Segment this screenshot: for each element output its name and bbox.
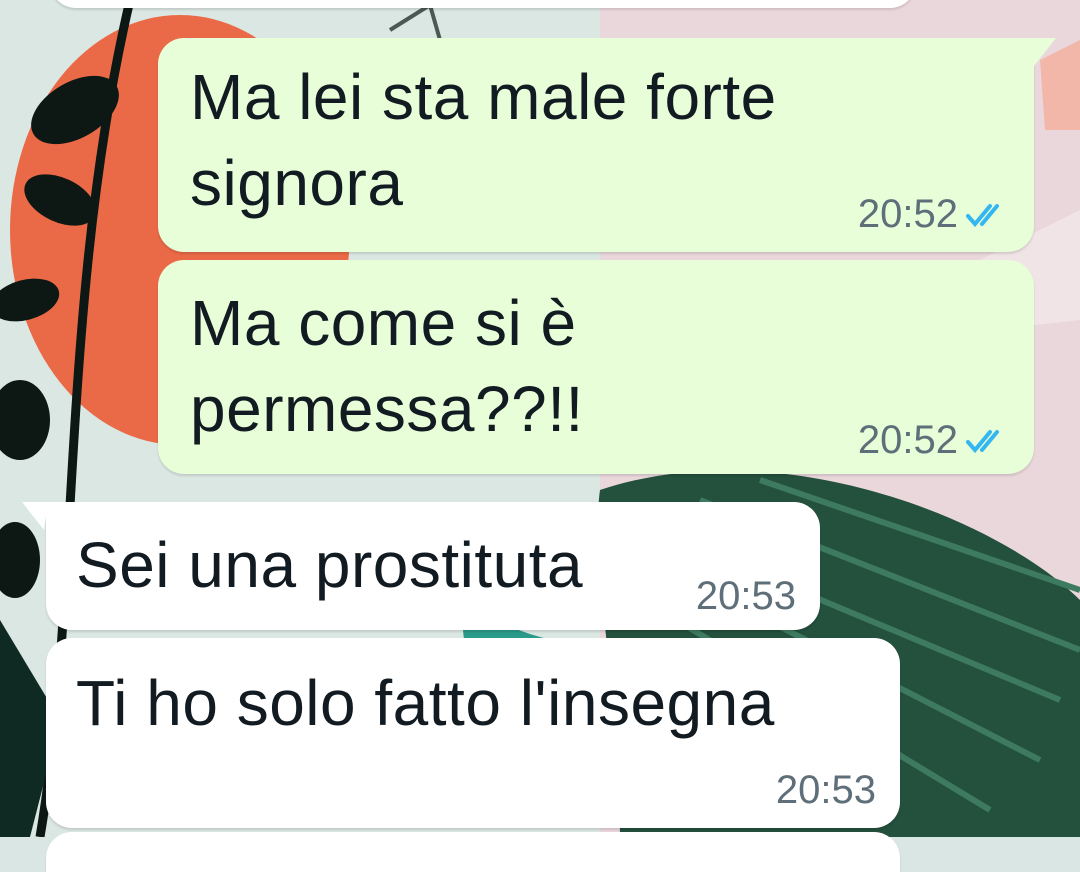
message-meta: 20:53: [696, 574, 796, 619]
double-check-icon: [966, 203, 999, 227]
message-meta: 20:52: [858, 418, 1010, 463]
double-check-icon: [966, 429, 999, 453]
outgoing-message-bubble[interactable]: Ma lei sta male forte signora 20:52: [158, 38, 1034, 252]
outgoing-bubble-tail: [1030, 38, 1056, 66]
message-text-line: permessa??!!: [190, 373, 584, 445]
message-text-line: Ma come si è: [190, 287, 577, 359]
message-time: 20:52: [857, 418, 958, 462]
outgoing-message-bubble[interactable]: Ma come si è permessa??!! 20:52: [158, 260, 1034, 474]
message-meta: 20:53: [776, 768, 876, 813]
message-text-line: Ti ho solo fatto l'insegna: [76, 667, 775, 739]
message-meta: 20:52: [858, 192, 1010, 237]
message-text-line: signora: [190, 147, 404, 219]
message-time: 20:53: [695, 574, 796, 618]
message-time: 20:53: [775, 768, 876, 812]
message-time: 20:52: [857, 192, 958, 236]
previous-message-bubble[interactable]: [50, 0, 916, 8]
incoming-message-bubble[interactable]: Ti ho solo fatto l'insegna 20:53: [46, 638, 900, 828]
incoming-message-bubble[interactable]: Sei una prostituta 20:53: [46, 502, 820, 630]
next-message-bubble[interactable]: [46, 832, 900, 872]
message-text-line: Ma lei sta male forte: [190, 61, 777, 133]
message-text-line: Sei una prostituta: [76, 529, 584, 601]
incoming-bubble-tail: [22, 502, 48, 530]
